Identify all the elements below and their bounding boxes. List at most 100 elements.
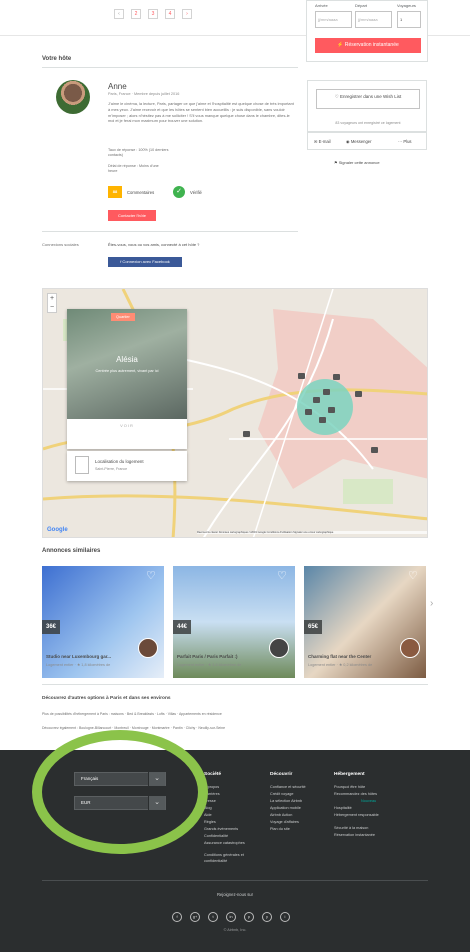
checkin-input[interactable]: jj/mm/aaaa — [315, 11, 352, 28]
google-logo: Google — [47, 527, 68, 533]
facebook-connect-button[interactable]: f Connexion avec Facebook — [108, 257, 182, 267]
share-email-button[interactable]: ✉ E-mail — [314, 139, 331, 144]
checkout-input[interactable]: jj/mm/aaaa — [355, 11, 392, 28]
footer-link[interactable]: Assurance catastrophes — [204, 841, 256, 847]
prev-page-button[interactable]: ‹ — [114, 9, 124, 19]
report-listing-link[interactable]: ⚑ Signaler cette annonce — [334, 160, 380, 165]
location-info-card: Localisation du logement Saint-Pierre, F… — [67, 451, 187, 481]
checkout-label: Départ — [355, 3, 368, 8]
heart-icon[interactable]: ♡ — [408, 571, 420, 582]
footer-link[interactable]: Sécurité à la maison — [334, 826, 368, 832]
map-zoom-control: + − — [47, 293, 57, 313]
footer-link[interactable]: La sélection Airbnb — [270, 799, 302, 805]
heart-icon[interactable]: ♡ — [277, 571, 289, 582]
listing-subtitle: Logement entier · ★ 0,2 kilomètres de — [308, 663, 373, 667]
google-plus-icon[interactable]: g+ — [190, 912, 200, 922]
host-avatar[interactable] — [56, 80, 90, 114]
footer-link[interactable]: Application mobile — [270, 806, 301, 812]
listing-subtitle: Logement entier · ★ 1,8 kilomètres de — [46, 663, 111, 667]
listing-marker[interactable] — [328, 407, 335, 413]
footer-link[interactable]: Crédit voyage — [270, 792, 293, 798]
footer-link[interactable]: Plan du site — [270, 827, 290, 833]
neighborhood-more-link[interactable]: VOIR — [67, 423, 187, 428]
footer-link[interactable]: Recommandez des hôtes — [334, 792, 377, 798]
verified-check-icon: ✓ — [173, 186, 185, 198]
footer-link[interactable]: Confiance et sécurité — [270, 785, 306, 791]
footer-discover-title: Découvrir — [270, 772, 293, 777]
booking-widget: Arrivée Départ Voyageurs jj/mm/aaaa jj/m… — [306, 0, 428, 62]
discover-lodging-links[interactable]: Plus de possibilités d'hébergement à Par… — [42, 712, 222, 716]
share-messenger-button[interactable]: ◉ Messenger — [346, 139, 372, 144]
host-section-title: Votre hôte — [42, 56, 72, 62]
discover-nearby-links[interactable]: Découvrez également : Boulogne-Billancou… — [42, 726, 225, 730]
page-3-button[interactable]: 3 — [148, 9, 158, 19]
guests-select[interactable]: 1 — [397, 11, 421, 28]
footer-link[interactable]: Grands événements — [204, 827, 238, 833]
listing-marker[interactable] — [355, 391, 362, 397]
share-bar: ✉ E-mail ◉ Messenger ··· Plus — [307, 132, 427, 150]
listing-marker[interactable] — [243, 431, 250, 437]
footer-link[interactable]: Règles — [204, 820, 216, 826]
wishlist-saved-note: 83 voyageurs ont enregistré ce logement — [335, 121, 401, 125]
location-map[interactable]: + − Quartier Alésia Centrée plus autreme… — [42, 288, 428, 538]
host-response-rate: Taux de réponse : 100% (10 derniers cont… — [108, 148, 169, 158]
listing-title[interactable]: Parfait Paris / Paris Parfait :) — [177, 654, 238, 659]
neighborhood-blurb: Centrée plus autrement, vivant par ici — [95, 369, 159, 373]
youtube-icon[interactable]: y — [262, 912, 272, 922]
instagram-icon[interactable]: i — [280, 912, 290, 922]
listing-title[interactable]: Studio near Luxembourg gar... — [46, 654, 111, 659]
host-name[interactable]: Anne — [108, 82, 127, 91]
listing-marker[interactable] — [333, 374, 340, 380]
page-4-button[interactable]: 4 — [165, 9, 175, 19]
host-avatar[interactable] — [269, 638, 289, 658]
twitter-icon[interactable]: t — [208, 912, 218, 922]
footer-link[interactable]: Hébergement responsable — [334, 813, 394, 819]
listing-marker[interactable] — [319, 417, 326, 423]
heart-icon[interactable]: ♡ — [146, 571, 158, 582]
new-badge: Nouveau — [361, 799, 377, 803]
linkedin-icon[interactable]: in — [226, 912, 236, 922]
neighborhood-card[interactable]: Quartier Alésia Centrée plus autrement, … — [67, 309, 187, 449]
footer-link[interactable]: Airbnb Action — [270, 813, 292, 819]
divider — [42, 880, 428, 881]
zoom-out-button[interactable]: − — [48, 303, 56, 312]
listing-marker[interactable] — [323, 389, 330, 395]
next-page-button[interactable]: › — [182, 9, 192, 19]
checkin-label: Arrivée — [315, 3, 328, 8]
house-icon — [75, 456, 89, 474]
footer-link[interactable]: Conditions générales et confidentialité — [204, 853, 256, 864]
zoom-in-button[interactable]: + — [48, 294, 56, 303]
footer-link[interactable]: Voyage d'affaires — [270, 820, 299, 826]
social-connections-text: Êtes-vous, vous ou vos amis, connecté à … — [108, 242, 200, 247]
similar-listings-carousel: ♡ 36€ ♡ 44€ ♡ 65€ — [42, 566, 428, 678]
listing-marker[interactable] — [371, 447, 378, 453]
footer-link[interactable]: Réservation instantanée — [334, 833, 375, 839]
divider — [42, 684, 428, 685]
instant-book-button[interactable]: ⚡ Réservation instantanée — [315, 38, 421, 53]
carousel-next-arrow-icon[interactable]: › — [430, 598, 433, 609]
contact-host-button[interactable]: Contacter l'hôte — [108, 210, 156, 221]
listing-marker[interactable] — [305, 409, 312, 415]
listing-price: 44€ — [173, 620, 192, 634]
listing-marker[interactable] — [298, 373, 305, 379]
location-subtitle: Saint-Pierre, France — [95, 467, 128, 471]
reviews-link[interactable]: Commentaires — [127, 190, 154, 195]
footer-link[interactable]: Pourquoi être hôte — [334, 785, 365, 791]
listing-price: 65€ — [304, 620, 323, 634]
host-meta: Paris, France · Membre depuis juillet 20… — [108, 92, 180, 96]
neighborhood-photo — [67, 309, 187, 419]
host-avatar[interactable] — [138, 638, 158, 658]
footer-link[interactable]: Confidentialité — [204, 834, 228, 840]
pinterest-icon[interactable]: p — [244, 912, 254, 922]
facebook-icon[interactable]: f — [172, 912, 182, 922]
divider — [42, 67, 298, 68]
share-more-button[interactable]: ··· Plus — [398, 139, 412, 144]
social-connections-label: Connexions sociales — [42, 242, 79, 247]
save-to-wishlist-button[interactable]: ♡ Enregistrer dans une Wish List — [316, 89, 420, 109]
host-avatar[interactable] — [400, 638, 420, 658]
listing-title[interactable]: Charming flat near the Center — [308, 654, 371, 659]
listing-marker[interactable] — [313, 397, 320, 403]
page-2-button[interactable]: 2 — [131, 9, 141, 19]
footer-link[interactable]: Hospitalité — [334, 806, 352, 812]
footer-link[interactable]: Aide — [204, 813, 212, 819]
